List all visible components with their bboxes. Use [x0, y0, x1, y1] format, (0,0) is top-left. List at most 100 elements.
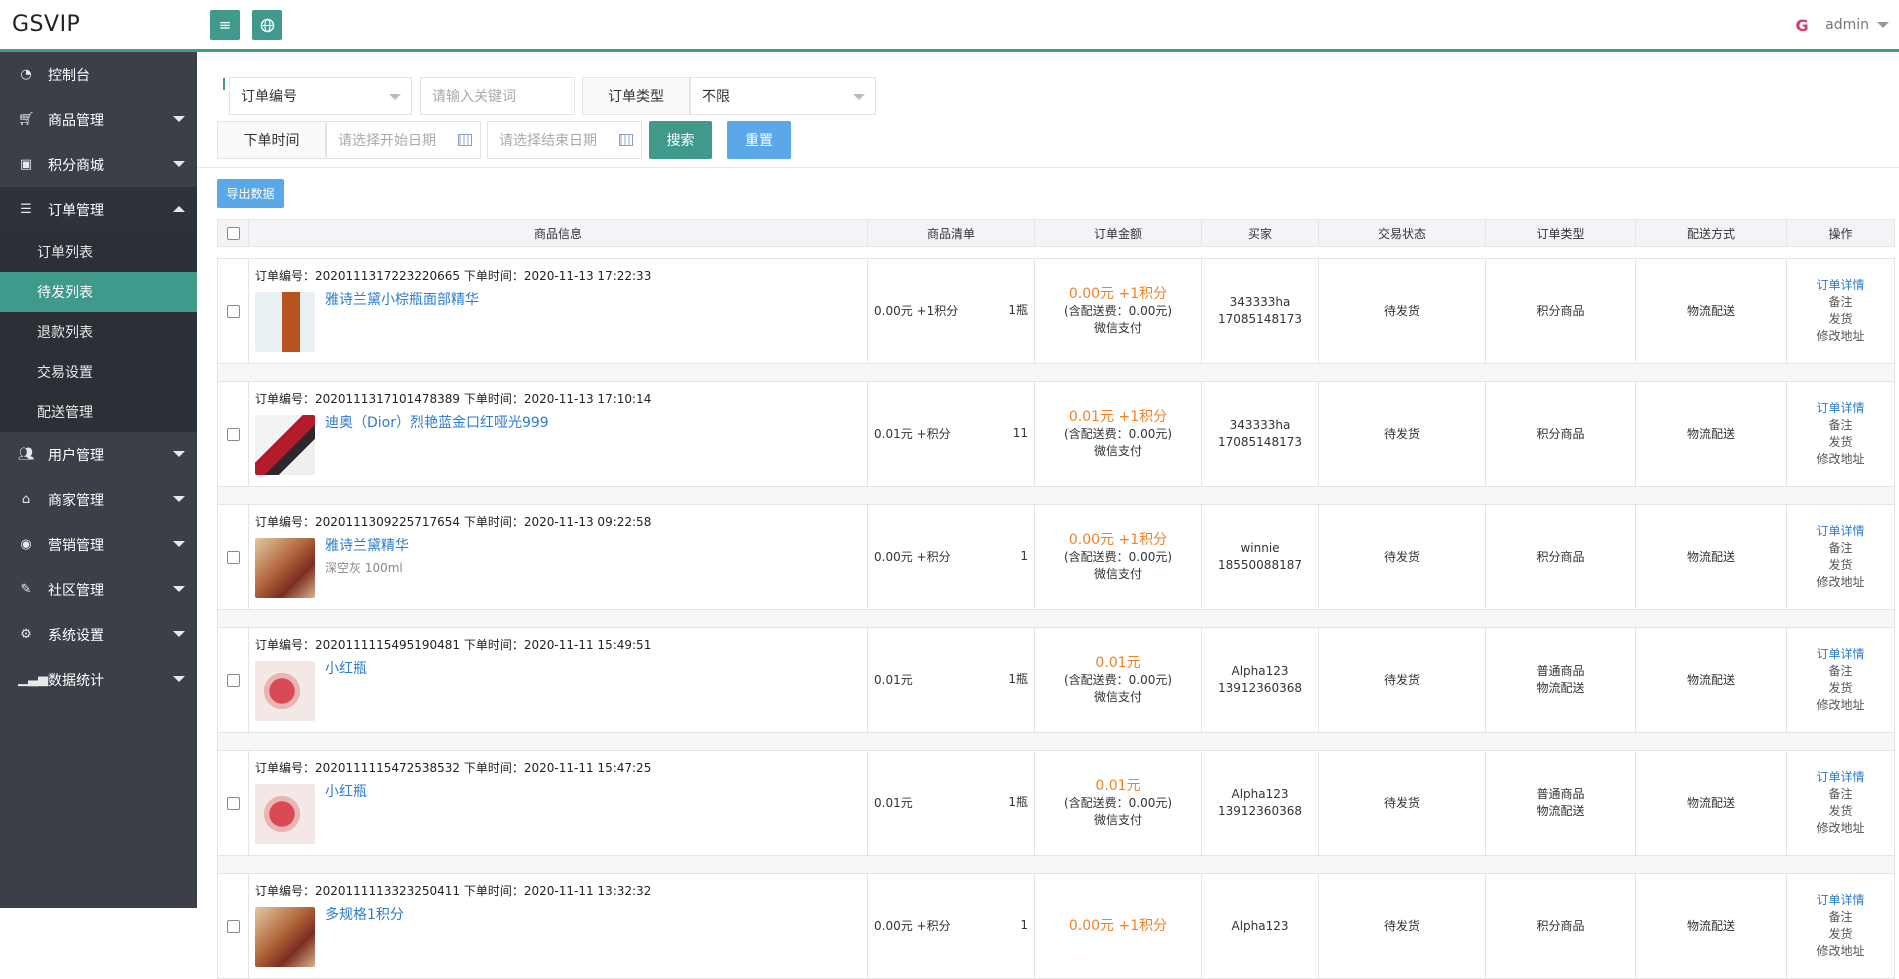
sidebar-subitem-pending-list[interactable]: 待发列表 [0, 272, 197, 312]
export-button[interactable]: 导出数据 [217, 179, 284, 208]
order-detail-link[interactable]: 订单详情 [1816, 400, 1864, 417]
product-name-link[interactable]: 迪奥（Dior）烈艳蓝金口红哑光999 [325, 415, 549, 432]
edit-address-link[interactable]: 修改地址 [1816, 697, 1864, 714]
product-name-link[interactable]: 雅诗兰黛精华 [325, 538, 409, 555]
sidebar-subitem-refund-list[interactable]: 退款列表 [0, 312, 197, 352]
product-thumbnail[interactable] [255, 784, 315, 844]
edit-address-link[interactable]: 修改地址 [1816, 451, 1864, 468]
ship-link[interactable]: 发货 [1828, 803, 1852, 820]
row-checkbox[interactable] [226, 304, 240, 318]
sidebar-item-statistics[interactable]: ▁▃▅ 数据统计 [0, 657, 197, 702]
start-date-input[interactable]: 请选择开始日期 [326, 121, 481, 159]
row-checkbox[interactable] [226, 673, 240, 687]
ship-link[interactable]: 发货 [1828, 557, 1852, 574]
row-checkbox[interactable] [226, 550, 240, 564]
remark-link[interactable]: 备注 [1828, 417, 1852, 434]
order-detail-link[interactable]: 订单详情 [1816, 523, 1864, 540]
row-separator [217, 487, 1895, 504]
order-detail-link[interactable]: 订单详情 [1816, 892, 1864, 909]
sidebar-item-users[interactable]: 👥︎ 用户管理 [0, 432, 197, 477]
buyer-name: 343333ha [1229, 418, 1291, 432]
sidebar-item-label: 积分商城 [48, 157, 104, 174]
search-field-select[interactable]: 订单编号 [229, 77, 412, 115]
end-date-input[interactable]: 请选择结束日期 [487, 121, 642, 159]
actions-cell: 订单详情 备注 发货 修改地址 [1786, 751, 1894, 855]
ship-link[interactable]: 发货 [1828, 434, 1852, 451]
sidebar-item-system[interactable]: ⚙ 系统设置 [0, 612, 197, 657]
remark-link[interactable]: 备注 [1828, 540, 1852, 557]
chevron-down-icon [173, 631, 185, 637]
edit-address-link[interactable]: 修改地址 [1816, 574, 1864, 591]
product-info-cell: 订单编号：2020111317223220665 下单时间：2020-11-13… [248, 259, 867, 363]
ship-link[interactable]: 发货 [1828, 680, 1852, 697]
product-thumbnail[interactable] [255, 907, 315, 967]
shipping-fee: (含配送费：0.00元) [1063, 672, 1173, 687]
row-checkbox[interactable] [226, 919, 240, 933]
buyer-name: Alpha123 [1231, 787, 1289, 801]
remark-link[interactable]: 备注 [1828, 294, 1852, 311]
select-all-checkbox[interactable] [226, 226, 240, 240]
edit-address-link[interactable]: 修改地址 [1816, 943, 1864, 960]
product-thumbnail[interactable] [255, 661, 315, 721]
sidebar-item-goods[interactable]: 🛒︎ 商品管理 [0, 97, 197, 142]
order-type-select[interactable]: 不限 [690, 77, 876, 115]
product-name-link[interactable]: 小红瓶 [325, 784, 367, 801]
order-detail-link[interactable]: 订单详情 [1816, 769, 1864, 786]
product-name-link[interactable]: 雅诗兰黛小棕瓶面部精华 [325, 292, 479, 309]
order-header: 订单编号：2020111317101478389 下单时间：2020-11-13… [255, 392, 652, 406]
sidebar-item-merchants[interactable]: ⌂ 商家管理 [0, 477, 197, 522]
remark-link[interactable]: 备注 [1828, 663, 1852, 680]
cart-icon: 🛒︎ [18, 112, 35, 127]
trade-status: 待发货 [1383, 549, 1420, 564]
product-thumbnail[interactable] [255, 415, 315, 475]
product-thumbnail[interactable] [255, 538, 315, 598]
globe-button[interactable] [252, 10, 282, 40]
amount-cell: 0.01元 (含配送费：0.00元) 微信支付 [1034, 628, 1201, 732]
product-name-link[interactable]: 多规格1积分 [325, 907, 404, 924]
product-name-link[interactable]: 小红瓶 [325, 661, 367, 678]
order-detail-link[interactable]: 订单详情 [1816, 277, 1864, 294]
ship-link[interactable]: 发货 [1828, 311, 1852, 328]
sidebar-subitem-trade-settings[interactable]: 交易设置 [0, 352, 197, 392]
product-info-cell: 订单编号：2020111113323250411 下单时间：2020-11-11… [248, 874, 867, 978]
status-cell: 待发货 [1318, 382, 1485, 486]
status-cell: 待发货 [1318, 259, 1485, 363]
row-checkbox[interactable] [226, 427, 240, 441]
order-time-label: 下单时间 [217, 121, 326, 159]
sidebar-item-orders[interactable]: ☰ 订单管理 [0, 187, 197, 232]
chevron-down-icon [173, 676, 185, 682]
sidebar-item-points-mall[interactable]: ▣ 积分商城 [0, 142, 197, 187]
sidebar-subitem-order-list[interactable]: 订单列表 [0, 232, 197, 272]
app-logo[interactable]: GSVIP [12, 12, 80, 37]
sidebar-subitem-delivery[interactable]: 配送管理 [0, 392, 197, 432]
buyer-cell: Alpha123 [1201, 874, 1318, 978]
row-checkbox[interactable] [226, 796, 240, 810]
buyer-phone: 17085148173 [1218, 435, 1302, 449]
buyer-phone: 18550088187 [1218, 558, 1302, 572]
keyword-input[interactable]: 请输入关键词 [420, 77, 575, 115]
order-type-delivery: 物流配送 [1536, 804, 1585, 818]
row-separator [217, 856, 1895, 873]
edit-address-link[interactable]: 修改地址 [1816, 820, 1864, 837]
order-detail-link[interactable]: 订单详情 [1816, 646, 1864, 663]
gauge-icon: ◉ [20, 537, 32, 552]
sidebar-item-dashboard[interactable]: ◔ 控制台 [0, 52, 197, 97]
pay-method: 微信支付 [1093, 566, 1142, 581]
sidebar-item-marketing[interactable]: ◉ 营销管理 [0, 522, 197, 567]
table-row: 订单编号：2020111317101478389 下单时间：2020-11-13… [217, 381, 1895, 487]
remark-link[interactable]: 备注 [1828, 786, 1852, 803]
product-thumbnail[interactable] [255, 292, 315, 352]
edit-address-link[interactable]: 修改地址 [1816, 328, 1864, 345]
menu-toggle-button[interactable]: ≡ [210, 10, 240, 40]
search-field-value: 订单编号 [241, 89, 297, 105]
sidebar-item-community[interactable]: ✎ 社区管理 [0, 567, 197, 612]
cogs-icon: ⚙ [20, 627, 32, 642]
order-type: 积分商品 [1536, 426, 1585, 441]
calendar-icon [619, 134, 633, 146]
remark-link[interactable]: 备注 [1828, 909, 1852, 926]
search-button[interactable]: 搜索 [649, 121, 712, 159]
ship-link[interactable]: 发货 [1828, 926, 1852, 943]
user-menu[interactable]: G admin [1785, 14, 1889, 36]
item-qty: 1瓶 [1008, 672, 1028, 686]
reset-button[interactable]: 重置 [727, 121, 791, 159]
